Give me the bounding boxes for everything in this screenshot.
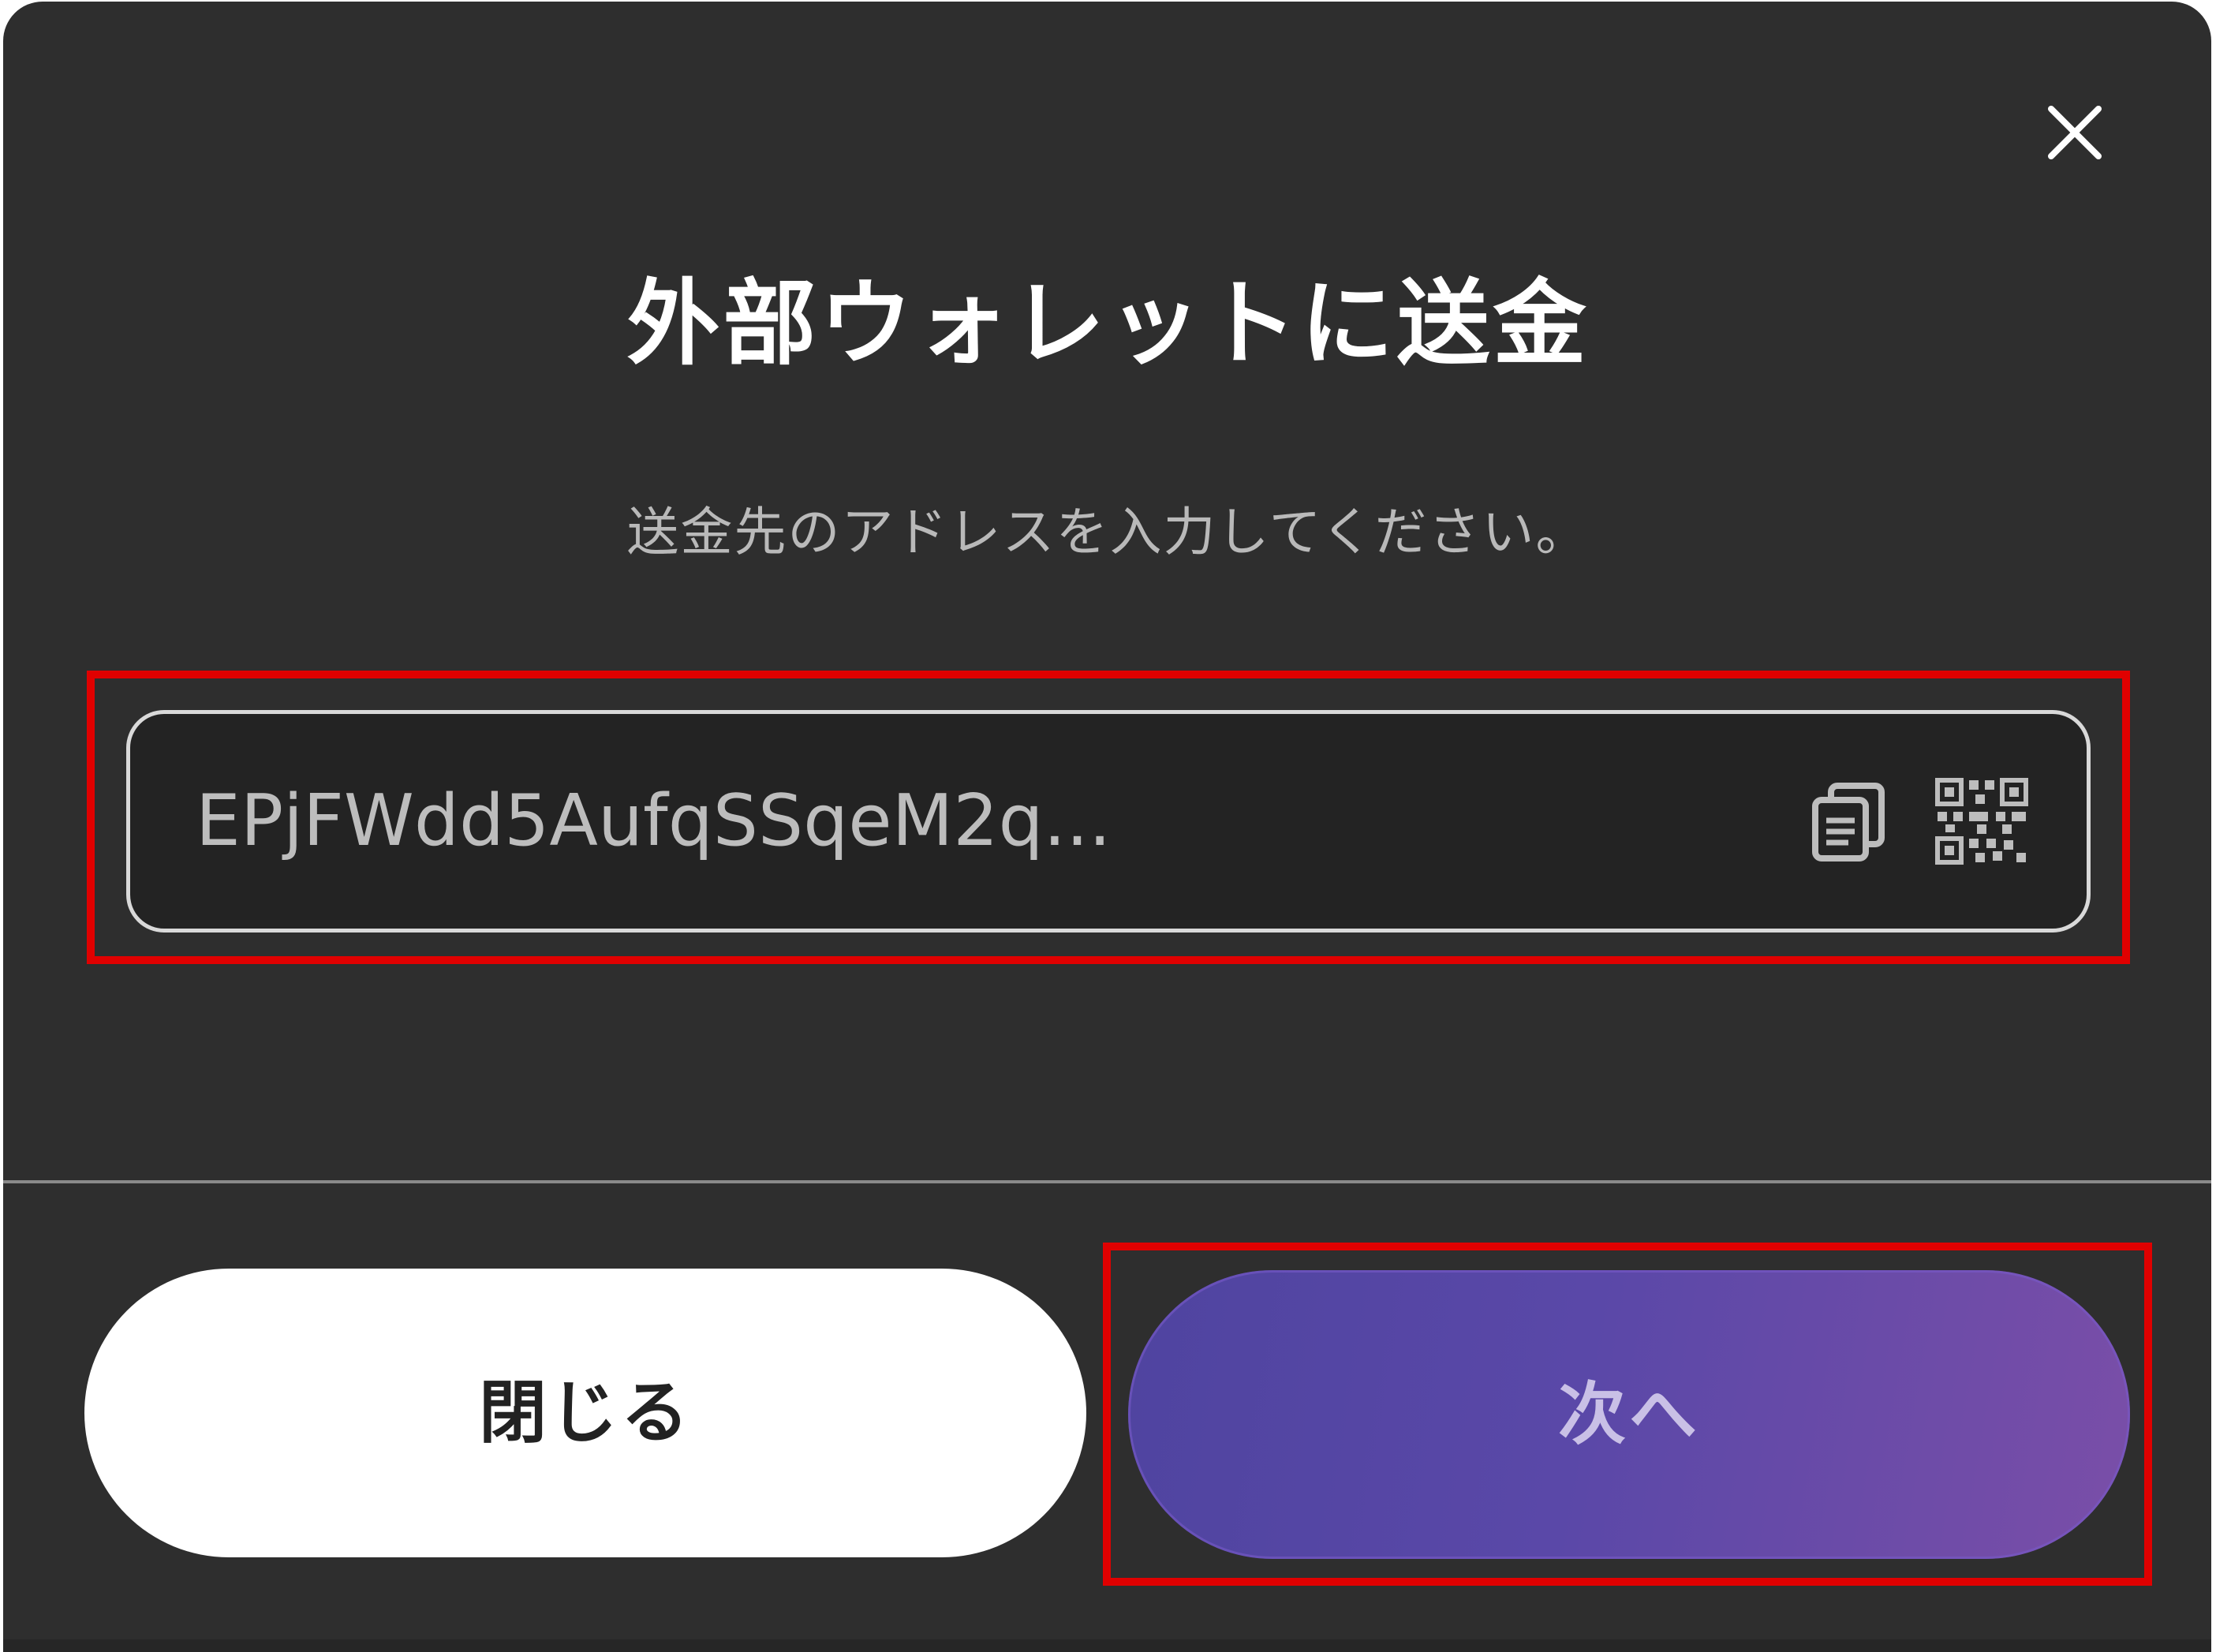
scan-qr-button[interactable] <box>1934 777 2029 865</box>
close-dialog-button[interactable] <box>2043 101 2106 164</box>
paste-button[interactable] <box>1811 781 1886 863</box>
address-input[interactable]: EPjFWdd5AufqSSqeM2q... <box>126 710 2091 933</box>
qr-code-icon <box>1935 778 2028 865</box>
close-icon <box>2048 106 2102 159</box>
close-button[interactable]: 閉じる <box>84 1269 1086 1557</box>
dialog-title: 外部ウォレットに送金 <box>626 269 1590 378</box>
paste-icon <box>1812 783 1885 862</box>
next-button[interactable]: 次へ <box>1128 1270 2130 1559</box>
dialog-instruction: 送金先のアドレスを入力してください。 <box>626 502 1590 563</box>
dialog-bottom-edge <box>3 1639 2211 1652</box>
footer-divider <box>3 1180 2211 1183</box>
address-input-value: EPjFWdd5AufqSSqeM2q... <box>196 779 1112 862</box>
